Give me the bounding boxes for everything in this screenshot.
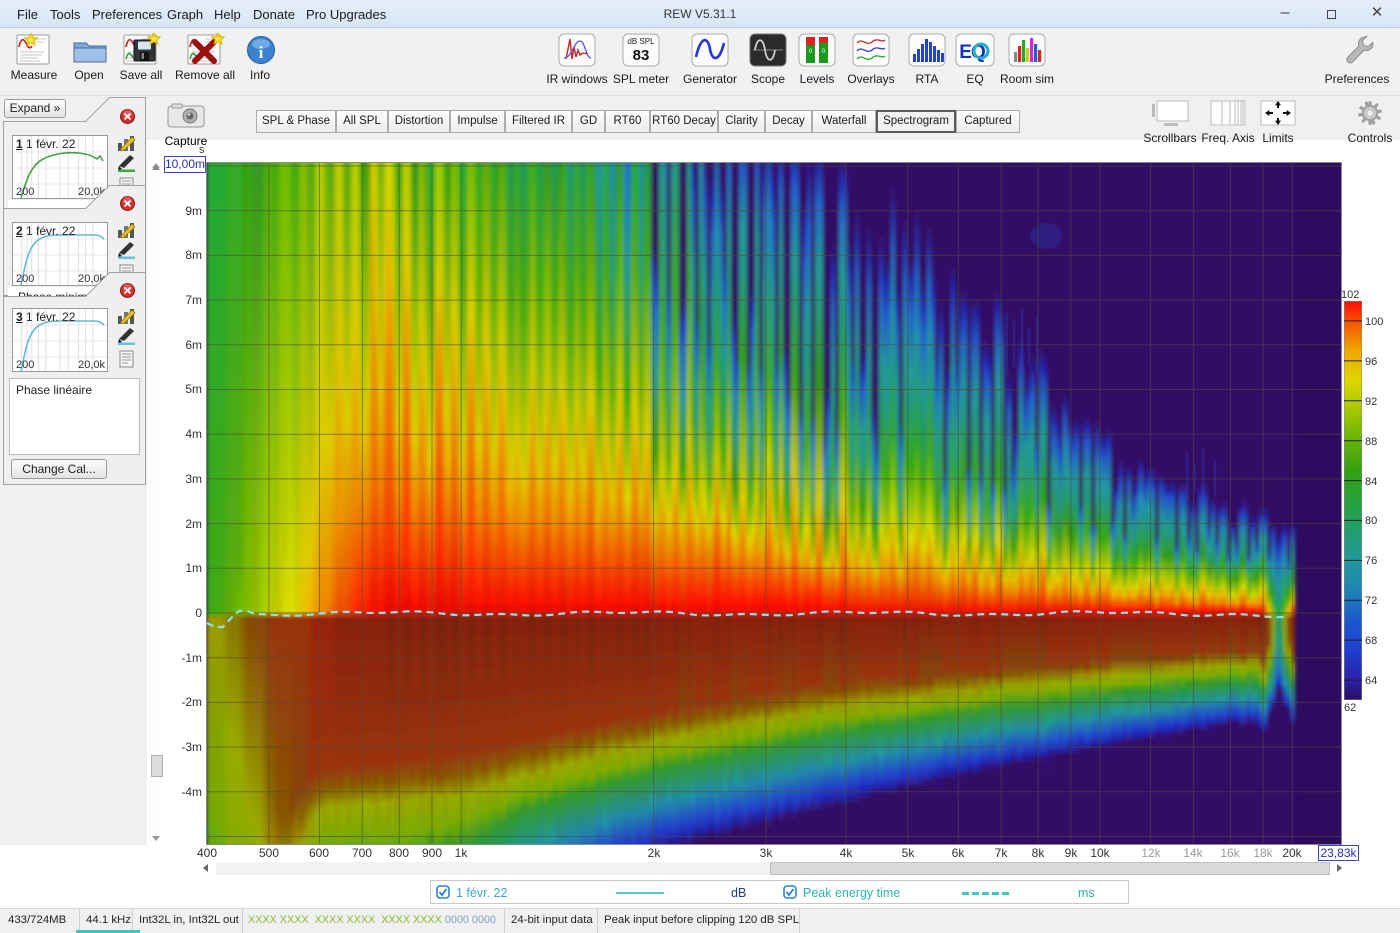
- svg-text:83: 83: [633, 47, 650, 64]
- svg-text:dB SPL: dB SPL: [627, 37, 655, 46]
- svg-text:i: i: [259, 43, 264, 62]
